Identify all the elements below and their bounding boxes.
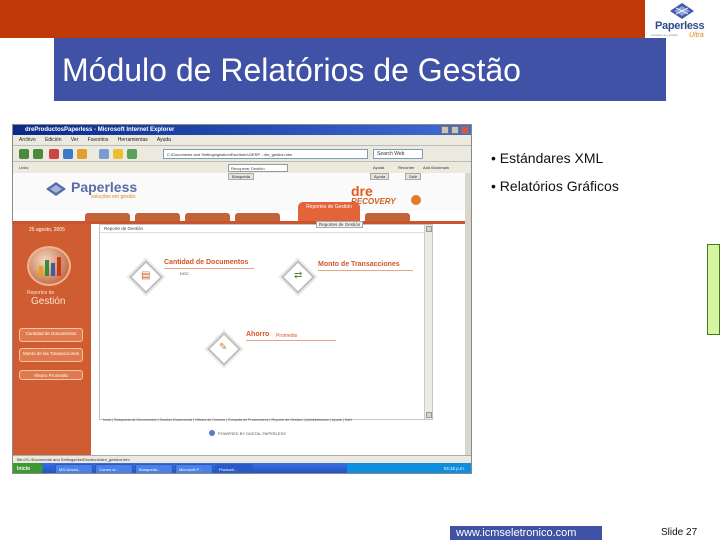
- history-icon[interactable]: [127, 149, 137, 159]
- browser-toolbar: C:\Documents and Settings\gestion\Escrit…: [13, 145, 471, 161]
- app-logo-name: Paperless: [71, 179, 138, 195]
- system-tray: 04:15 p.m.: [347, 463, 471, 473]
- minimize-icon[interactable]: [441, 126, 449, 134]
- document-icon: ▤: [141, 270, 151, 281]
- dre-logo-icon: [411, 195, 421, 205]
- taskbar-item[interactable]: Correo w...: [95, 464, 133, 473]
- slide-title: Módulo de Relatórios de Gestão: [62, 52, 521, 88]
- home-icon[interactable]: [77, 149, 87, 159]
- footer-brand: POWERED BY DIGITAL PAPERLESS: [218, 431, 286, 436]
- start-button[interactable]: Inicio: [13, 463, 43, 473]
- app-logo-icon: [46, 182, 66, 196]
- top-red-band: [0, 0, 645, 38]
- links-recorder[interactable]: Recorder: [398, 164, 414, 172]
- menu-ayuda[interactable]: Ayuda: [157, 137, 171, 143]
- content-scrollbar[interactable]: [424, 225, 432, 419]
- forward-icon[interactable]: [33, 149, 43, 159]
- menu-edicion[interactable]: Edición: [45, 137, 61, 143]
- browser-title-bar: dreProductosPaperless - Microsoft Intern…: [13, 125, 471, 135]
- menu-archivo[interactable]: Archivo: [19, 137, 36, 143]
- bullet-graficos: • Relatórios Gráficos: [491, 178, 619, 194]
- top-tab-search[interactable]: Búsqueda: [228, 173, 255, 180]
- stop-icon[interactable]: [49, 149, 59, 159]
- app-page: Paperless soluções em gestão Búsqueda Ay…: [13, 173, 465, 455]
- scroll-up-icon[interactable]: [426, 226, 432, 232]
- browser-menu-bar: Archivo Edición Ver Favoritos Herramient…: [13, 135, 471, 145]
- logo-sub: Ultra: [689, 32, 704, 39]
- module-title[interactable]: Cantidad de Documentos: [164, 259, 248, 266]
- maximize-icon[interactable]: [451, 126, 459, 134]
- app-screenshot: dreProductosPaperless - Microsoft Intern…: [12, 124, 472, 474]
- green-side-box: [707, 244, 720, 335]
- module-underline: [164, 268, 254, 269]
- app-header: Paperless soluções em gestão Búsqueda Ay…: [13, 173, 465, 211]
- menu-favoritos[interactable]: Favoritos: [88, 137, 109, 143]
- left-sidebar: 25 agosto, 2005 Reportes de Gestión Cant…: [13, 224, 91, 455]
- side-button-ahorro[interactable]: Ahorro Promedio: [19, 370, 83, 380]
- nav-tab[interactable]: [135, 213, 180, 221]
- favorites-icon[interactable]: [113, 149, 123, 159]
- nav-tab[interactable]: [365, 213, 410, 221]
- taskbar-item[interactable]: Microsoft P...: [175, 464, 213, 473]
- links-field[interactable]: Recuperar Gestión: [228, 164, 288, 172]
- refresh-icon[interactable]: [63, 149, 73, 159]
- links-bookmark[interactable]: Add Bookmark: [423, 164, 449, 172]
- module-underline: [246, 340, 336, 341]
- module-title[interactable]: Monto de Transacciones: [318, 261, 400, 268]
- browser-window-title: dreProductosPaperless - Microsoft Intern…: [25, 127, 175, 133]
- transactions-icon: ⇄: [294, 270, 303, 281]
- slide-number: Slide 27: [661, 527, 698, 538]
- footer-links[interactable]: Inicio | Búsqueda de Documentos | Gestió…: [103, 418, 443, 426]
- slide: Paperless soluções em gestão Ultra Módul…: [0, 0, 720, 540]
- module-title[interactable]: Ahorro: [246, 331, 269, 338]
- module-sub: DOC: [180, 271, 189, 276]
- taskbar-item[interactable]: Producti...: [215, 464, 253, 473]
- module-underline: [318, 270, 413, 271]
- report-chart-icon: [27, 246, 71, 286]
- taskbar-item[interactable]: Busqueda...: [135, 464, 173, 473]
- nav-tab[interactable]: [185, 213, 230, 221]
- menu-herramientas[interactable]: Herramientas: [118, 137, 148, 143]
- taskbar: Inicio MS-Noved... Correo w... Busqueda.…: [13, 463, 471, 473]
- report-title-line2: Gestión: [31, 296, 66, 307]
- browser-links-bar: Links Recuperar Gestión Ayuda Recorder A…: [13, 161, 471, 173]
- close-icon[interactable]: [461, 126, 469, 134]
- search-icon[interactable]: [99, 149, 109, 159]
- logo-name: Paperless: [655, 20, 705, 32]
- tab-reportes-gestion[interactable]: Reportes de Gestión: [298, 202, 360, 221]
- top-tab-help[interactable]: Ayuda: [370, 173, 390, 180]
- menu-ver[interactable]: Ver: [71, 137, 79, 143]
- url-bar: www.icmseletronico.com: [450, 526, 602, 540]
- title-bar: Módulo de Relatórios de Gestão: [54, 38, 666, 101]
- address-input[interactable]: C:\Documents and Settings\gestion\Escrit…: [163, 149, 368, 159]
- top-tab-exit[interactable]: Salir: [405, 173, 422, 180]
- content-title-bar: Reporte de Gestión: [100, 225, 432, 233]
- browser-status-bar: file:///C:/Documents and Settings/dre/Es…: [13, 455, 471, 463]
- date-label: 25 agosto, 2005: [29, 227, 65, 233]
- nav-tab[interactable]: [235, 213, 280, 221]
- tray-clock: 04:15 p.m.: [443, 466, 465, 471]
- search-web-input[interactable]: Search Web: [373, 149, 423, 159]
- side-button-monto[interactable]: Monto de las Transacciones: [19, 348, 83, 362]
- site-url[interactable]: www.icmseletronico.com: [456, 527, 576, 539]
- savings-icon: ✎: [219, 342, 228, 353]
- paperless-logo-icon: [670, 3, 694, 19]
- report-content-panel: Reporte de Gestión Reportes de Gestión ▤…: [99, 221, 433, 420]
- powered-by-icon: [209, 430, 215, 436]
- bullet-xml: • Estándares XML: [491, 150, 604, 166]
- breadcrumb: Reportes de Gestión: [316, 221, 364, 228]
- side-button-cantidad[interactable]: Cantidad de Documentos: [19, 328, 83, 342]
- nav-tab[interactable]: [85, 213, 130, 221]
- module-sub: Promedio: [276, 333, 298, 339]
- logo-tagline: soluções em gestão: [651, 33, 678, 37]
- links-item[interactable]: Links: [19, 164, 28, 172]
- links-help[interactable]: Ayuda: [373, 164, 384, 172]
- taskbar-item[interactable]: MS-Noved...: [55, 464, 93, 473]
- back-icon[interactable]: [19, 149, 29, 159]
- app-logo-sub: soluções em gestão: [91, 194, 136, 200]
- content-title: Reporte de Gestión: [104, 226, 144, 231]
